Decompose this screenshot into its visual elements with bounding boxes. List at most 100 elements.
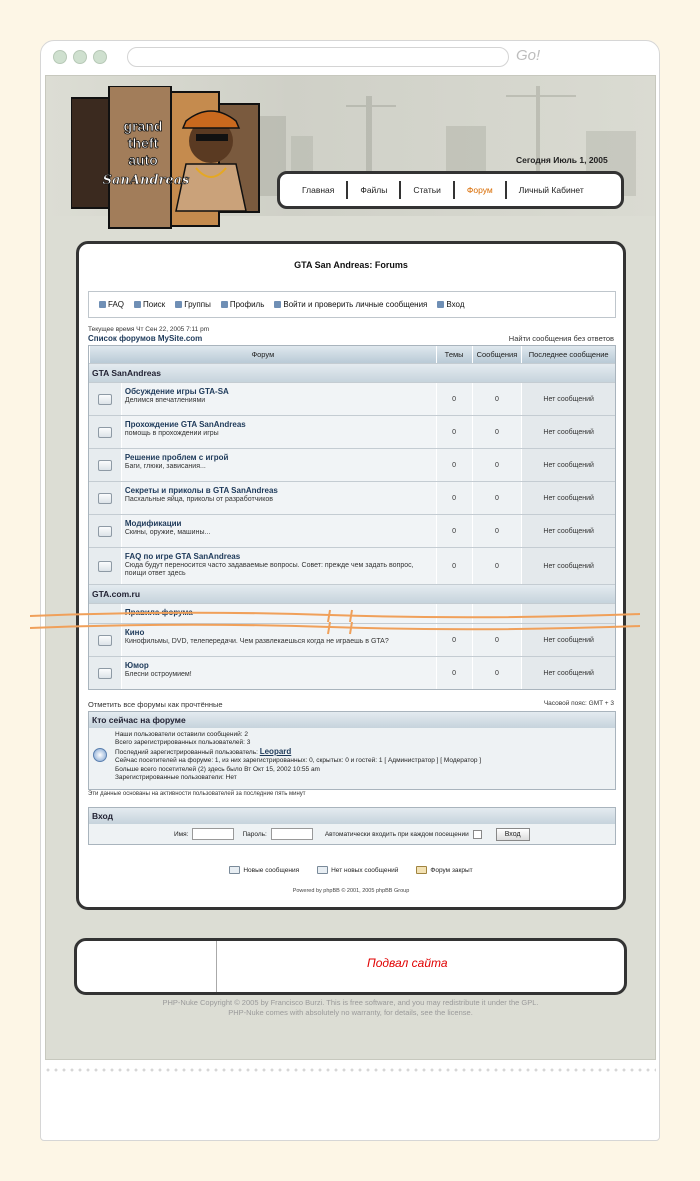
last-post: Нет сообщений (521, 548, 615, 584)
posts-count: 0 (471, 515, 522, 547)
column-header-topics: Темы (435, 346, 472, 363)
nav-item-files[interactable]: Файлы (348, 185, 399, 195)
footer-title: Подвал сайта (367, 956, 448, 970)
lock-icon (416, 866, 428, 874)
forum-name[interactable]: FAQ по игре GTA SanAndreas (125, 552, 240, 561)
forum-panel: GTA San Andreas: Forums FAQ Поиск Группы… (76, 241, 626, 910)
forum-name[interactable]: Обсуждение игры GTA-SA (125, 387, 229, 396)
topics-count: 0 (435, 416, 472, 448)
username-input[interactable] (192, 828, 235, 840)
icon-legend: Новые сообщения Нет новых сообщений Фору… (79, 866, 623, 874)
timezone-label: Часовой пояс: GMT + 3 (543, 700, 614, 707)
forum-name[interactable]: Прохождение GTA SanAndreas (125, 420, 246, 429)
category-title[interactable]: GTA SanAndreas (89, 364, 615, 382)
autologin-checkbox[interactable] (472, 829, 482, 839)
column-header-last: Последнее сообщение (521, 346, 615, 363)
folder-icon (97, 560, 112, 572)
table-row: Секреты и приколы в GTA SanAndreas Пасхал… (89, 481, 615, 514)
messages-link[interactable]: Войти и проверить личные сообщения (274, 300, 427, 309)
go-button[interactable]: Go! (516, 47, 540, 64)
forum-links-bar: FAQ Поиск Группы Профиль Войти и провери… (88, 291, 616, 318)
posts-count: 0 (471, 624, 522, 656)
password-input[interactable] (270, 828, 313, 840)
nav-item-cabinet[interactable]: Личный Кабинет (507, 185, 596, 195)
window-button-maximize[interactable] (93, 50, 107, 64)
breadcrumb[interactable]: Список форумов MySite.com (88, 334, 202, 343)
category-row: GTA SanAndreas (89, 363, 615, 382)
groups-link[interactable]: Группы (175, 300, 211, 309)
legend-new: Новые сообщения (243, 866, 300, 874)
folder-icon (97, 393, 112, 405)
posts-count: 0 (471, 482, 522, 514)
online-users-icon (93, 748, 107, 762)
last-post: Нет сообщений (521, 515, 615, 547)
help-icon (99, 301, 106, 308)
copyright-line: PHP-Nuke Copyright © 2005 by Francisco B… (162, 998, 539, 1007)
topics-count: 0 (435, 449, 472, 481)
posts-count: 0 (471, 383, 522, 415)
topics-count: 0 (435, 548, 472, 584)
svg-text:grand: grand (124, 118, 163, 134)
groups-icon (175, 301, 183, 308)
folder-icon (97, 426, 112, 438)
forum-name[interactable]: Решение проблем с игрой (125, 453, 229, 462)
site-footer: Подвал сайта (74, 938, 627, 995)
forum-description: Блесни остроумием! (124, 671, 192, 678)
username-label: Имя: (174, 830, 189, 838)
faq-link[interactable]: FAQ (99, 300, 124, 309)
window-button-minimize[interactable] (73, 50, 87, 64)
login-link[interactable]: Вход (437, 300, 465, 309)
table-row: Модификации Скины, оружие, машины... 0 0 … (89, 514, 615, 547)
last-post: Нет сообщений (521, 383, 615, 415)
new-posts-icon (229, 866, 241, 874)
table-row: Юмор Блесни остроумием! 0 0 Нет сообщений (89, 656, 615, 689)
profile-link[interactable]: Профиль (220, 300, 264, 309)
mark-all-read-link[interactable]: Отметить все форумы как прочтённые (88, 700, 223, 709)
last-post: Нет сообщений (521, 482, 615, 514)
forum-name[interactable]: Правила форума (125, 608, 193, 617)
footer-divider (216, 941, 217, 992)
folder-icon (97, 634, 112, 646)
unanswered-link[interactable]: Найти сообщения без ответов (509, 334, 614, 343)
who-online-box: Кто сейчас на форуме Наши пользователи о… (88, 711, 616, 790)
topics-count: 0 (435, 383, 472, 415)
nav-item-home[interactable]: Главная (290, 185, 346, 195)
page-title: GTA San Andreas: Forums (294, 260, 408, 270)
window-button-close[interactable] (53, 50, 67, 64)
address-bar[interactable] (127, 47, 509, 67)
svg-text:SanAndreas: SanAndreas (103, 173, 190, 188)
stat-last-user-label: Последний зарегистрированный пользовател… (115, 748, 260, 756)
nav-item-articles[interactable]: Статьи (401, 185, 453, 195)
last-post: Нет сообщений (521, 624, 615, 656)
posts-count: 0 (471, 657, 522, 689)
category-row: GTA.com.ru (89, 584, 615, 603)
login-title: Вход (89, 808, 615, 824)
forum-name[interactable]: Юмор (125, 661, 149, 670)
forum-name[interactable]: Секреты и приколы в GTA SanAndreas (125, 486, 278, 495)
stat-registered-online: Зарегистрированные пользователи: Нет (115, 774, 237, 782)
forum-name[interactable]: Кино (125, 628, 145, 637)
site-page: grand theft auto SanAndreas Сегодня Июль… (45, 75, 656, 1060)
autologin-label: Автоматически входить при каждом посещен… (324, 830, 469, 838)
stat-online-now: Сейчас посетителей на форуме: 1, из них … (115, 757, 482, 765)
gta-san-andreas-logo[interactable]: grand theft auto SanAndreas (71, 86, 281, 231)
login-box: Вход Имя: Пароль: Автоматически входить … (88, 807, 616, 845)
topics-count: 0 (435, 657, 472, 689)
last-post: Нет сообщений (521, 416, 615, 448)
nav-item-forum[interactable]: Форум (455, 185, 505, 195)
search-link[interactable]: Поиск (134, 300, 165, 309)
category-title[interactable]: GTA.com.ru (89, 585, 615, 603)
forum-description: Делимся впечатлениями (124, 397, 206, 404)
column-header-posts: Сообщения (471, 346, 522, 363)
forum-name[interactable]: Модификации (125, 519, 182, 528)
topics-count: 0 (435, 482, 472, 514)
topics-count: 0 (435, 515, 472, 547)
table-row: Прохождение GTA SanAndreas помощь в прохо… (89, 415, 615, 448)
messages-icon (274, 301, 282, 308)
no-new-posts-icon (317, 866, 329, 874)
table-row: Решение проблем с игрой Баги, глюки, зави… (89, 448, 615, 481)
main-navigation: Главная Файлы Статьи Форум Личный Кабине… (277, 171, 624, 209)
login-button[interactable]: Вход (495, 827, 530, 841)
last-user-link[interactable]: Leopard (260, 747, 292, 756)
browser-window: Go! grand theft auto SanAndreas Сегодня … (40, 40, 660, 1141)
